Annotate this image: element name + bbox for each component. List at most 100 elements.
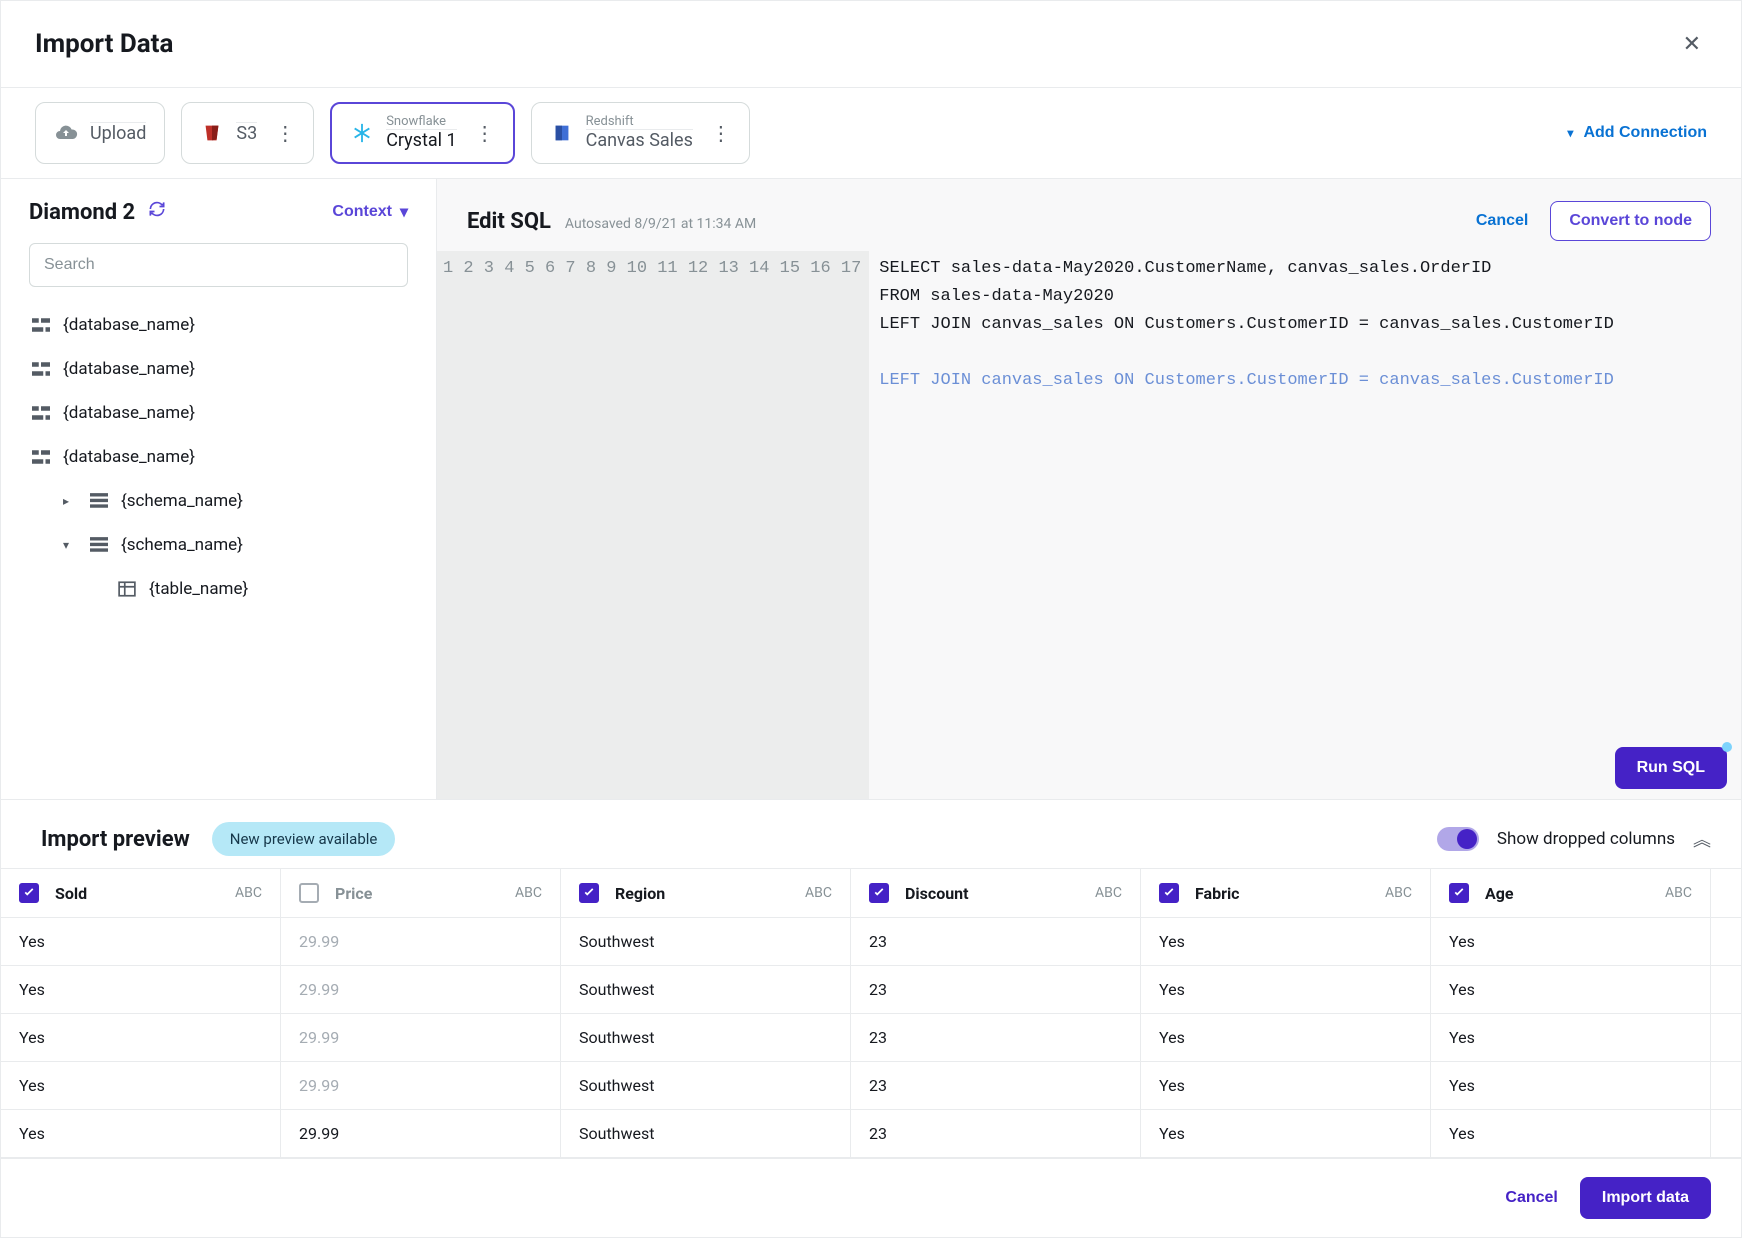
upload-chip[interactable]: Upload <box>35 102 165 164</box>
snowflake-chip[interactable]: Snowflake Crystal 1 ⋮ <box>330 102 514 164</box>
upload-cloud-icon <box>54 121 78 145</box>
table-cell: Southwest <box>561 918 851 965</box>
run-sql-button[interactable]: Run SQL <box>1615 747 1727 789</box>
table-cell: Yes <box>1431 1014 1711 1061</box>
table-cell: Yes <box>1431 918 1711 965</box>
snowflake-icon <box>350 121 374 145</box>
column-checkbox[interactable] <box>579 883 599 903</box>
table-cell: Yes <box>1431 1062 1711 1109</box>
table-cell: Yes <box>1141 966 1431 1013</box>
sql-editor-pane: Edit SQL Autosaved 8/9/21 at 11:34 AM Ca… <box>437 179 1741 799</box>
close-button[interactable]: ✕ <box>1677 25 1707 63</box>
column-name: Region <box>615 884 665 903</box>
database-icon <box>31 359 51 379</box>
database-icon <box>31 403 51 423</box>
column-checkbox[interactable] <box>299 883 319 903</box>
database-item[interactable]: {database_name} <box>29 393 408 433</box>
table-cell: Southwest <box>561 1110 851 1157</box>
s3-menu-icon[interactable]: ⋮ <box>269 121 295 145</box>
import-data-button[interactable]: Import data <box>1580 1177 1711 1219</box>
column-checkbox[interactable] <box>1449 883 1469 903</box>
preview-title: Import preview <box>41 827 190 852</box>
double-chevron-up-icon: ︽ <box>1693 830 1711 850</box>
editor-cancel-button[interactable]: Cancel <box>1476 212 1528 230</box>
convert-to-node-button[interactable]: Convert to node <box>1550 201 1711 241</box>
modal-footer: Cancel Import data <box>1 1158 1741 1237</box>
chevron-right-icon: ▸ <box>63 494 77 508</box>
page-title: Import Data <box>35 29 173 59</box>
schema-icon <box>89 535 109 555</box>
database-icon <box>31 315 51 335</box>
table-cell: 29.99 <box>281 1062 561 1109</box>
table-cell: Yes <box>1141 918 1431 965</box>
database-item[interactable]: {database_name} <box>29 305 408 345</box>
column-checkbox[interactable] <box>869 883 889 903</box>
chevron-down-icon: ▾ <box>63 538 77 552</box>
database-item[interactable]: {database_name} <box>29 349 408 389</box>
table-row: Yes29.99Southwest23YesYes <box>1 1014 1741 1062</box>
column-header[interactable]: RegionABC <box>561 869 851 917</box>
search-input[interactable] <box>29 243 408 287</box>
table-cell: 23 <box>851 1110 1141 1157</box>
table-cell: Southwest <box>561 966 851 1013</box>
column-name: Sold <box>55 884 87 903</box>
snowflake-menu-icon[interactable]: ⋮ <box>469 121 495 145</box>
context-label: Context <box>332 203 392 221</box>
table-cell: Yes <box>1141 1110 1431 1157</box>
column-header[interactable]: Discount ABC <box>851 869 1141 917</box>
show-dropped-toggle[interactable] <box>1437 827 1479 851</box>
table-cell: Yes <box>1 918 281 965</box>
schema-item-collapsed[interactable]: ▸ {schema_name} <box>29 481 408 521</box>
refresh-icon[interactable] <box>147 199 167 225</box>
database-name: {database_name} <box>63 447 195 467</box>
redshift-chip[interactable]: Redshift Canvas Sales ⋮ <box>531 102 750 164</box>
table-row: Yes29.99Southwest23YesYes <box>1 1062 1741 1110</box>
table-cell: Yes <box>1431 1110 1711 1157</box>
new-preview-pill[interactable]: New preview available <box>212 822 396 856</box>
database-icon <box>31 447 51 467</box>
database-item[interactable]: {database_name} <box>29 437 408 477</box>
sql-code-editor[interactable]: SELECT sales-data-May2020.CustomerName, … <box>869 251 1741 799</box>
column-header[interactable]: Age ABC <box>1431 869 1711 917</box>
table-cell: 23 <box>851 1014 1141 1061</box>
redshift-icon <box>550 121 574 145</box>
schema-item-expanded[interactable]: ▾ {schema_name} <box>29 525 408 565</box>
column-header[interactable]: PriceABC <box>281 869 561 917</box>
column-type: ABC <box>1665 885 1692 901</box>
table-cell: Yes <box>1 966 281 1013</box>
table-icon <box>117 579 137 599</box>
table-item[interactable]: {table_name} <box>29 569 408 609</box>
autosave-status: Autosaved 8/9/21 at 11:34 AM <box>565 216 756 232</box>
chevron-down-icon: ▾ <box>1567 126 1573 140</box>
table-cell: Yes <box>1 1062 281 1109</box>
redshift-main-label: Canvas Sales <box>586 129 693 152</box>
sidebar-title: Diamond 2 <box>29 200 135 225</box>
column-type: ABC <box>515 885 542 901</box>
schema-name: {schema_name} <box>121 535 243 555</box>
table-cell: 29.99 <box>281 966 561 1013</box>
context-dropdown[interactable]: Context ▾ <box>332 202 408 222</box>
column-type: ABC <box>235 885 262 901</box>
column-name: Age <box>1485 884 1514 903</box>
column-checkbox[interactable] <box>19 883 39 903</box>
collapse-preview-button[interactable]: ︽ <box>1693 826 1711 852</box>
toggle-label: Show dropped columns <box>1497 829 1675 849</box>
snowflake-sub-label: Snowflake <box>386 115 456 129</box>
column-header[interactable]: FabricABC <box>1141 869 1431 917</box>
column-name: Discount <box>905 884 969 903</box>
database-sidebar: Diamond 2 Context ▾ {database_name} <box>1 179 437 799</box>
table-cell: Yes <box>1 1110 281 1157</box>
column-header[interactable]: Sold ABC <box>1 869 281 917</box>
footer-cancel-button[interactable]: Cancel <box>1505 1189 1557 1207</box>
editor-title: Edit SQL <box>467 209 551 234</box>
database-name: {database_name} <box>63 315 195 335</box>
add-connection-button[interactable]: ▾ Add Connection <box>1567 124 1707 142</box>
table-row: Yes29.99Southwest23YesYes <box>1 966 1741 1014</box>
redshift-menu-icon[interactable]: ⋮ <box>705 121 731 145</box>
column-checkbox[interactable] <box>1159 883 1179 903</box>
table-name: {table_name} <box>149 579 248 599</box>
table-cell: Yes <box>1141 1014 1431 1061</box>
table-cell: 29.99 <box>281 1110 561 1157</box>
s3-chip[interactable]: S3 ⋮ <box>181 102 314 164</box>
column-type: ABC <box>1095 885 1122 901</box>
